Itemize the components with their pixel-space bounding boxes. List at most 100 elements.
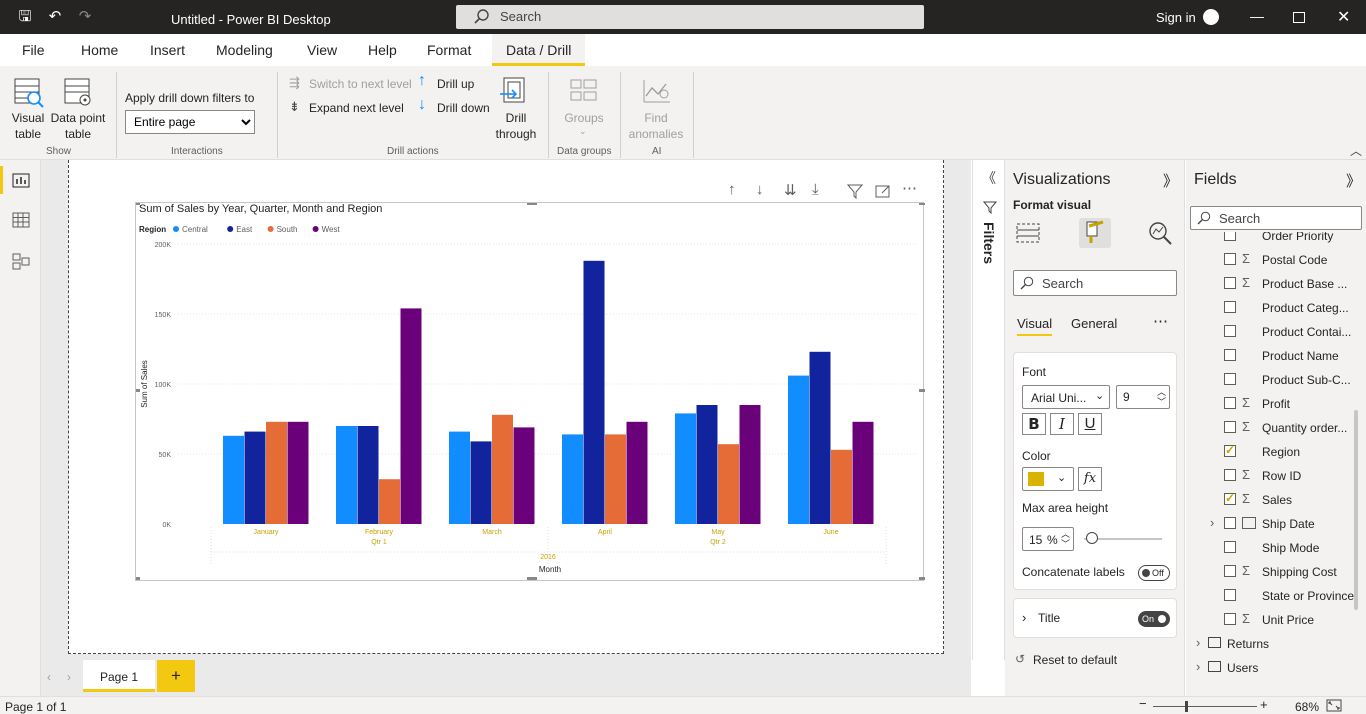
restore-icon[interactable] [1293, 12, 1305, 23]
drill-through-button[interactable]: Drill through [490, 110, 542, 142]
zoom-out-button[interactable]: − [1139, 696, 1147, 711]
menu-data-drill[interactable]: Data / Drill [492, 34, 586, 66]
field-checkbox[interactable] [1224, 421, 1236, 433]
field-checkbox[interactable] [1224, 301, 1236, 313]
field-item[interactable]: Order Priority [1186, 232, 1356, 248]
find-anomalies-button[interactable]: Find anomalies [624, 110, 688, 142]
field-checkbox[interactable] [1224, 469, 1236, 481]
field-item[interactable]: Product Categ... [1186, 296, 1356, 320]
close-icon[interactable]: ✕ [1337, 7, 1350, 27]
drill-up-button[interactable]: Drill up [437, 76, 474, 92]
field-item[interactable]: Σ Sales [1186, 488, 1356, 512]
model-view-icon[interactable] [12, 252, 30, 270]
menu-file[interactable]: File [22, 42, 45, 58]
field-checkbox[interactable] [1224, 613, 1236, 625]
tab-general[interactable]: General [1071, 316, 1117, 331]
slider-thumb[interactable] [1085, 532, 1098, 544]
field-checkbox[interactable] [1224, 565, 1236, 577]
field-checkbox[interactable] [1224, 397, 1236, 409]
menu-modeling[interactable]: Modeling [216, 42, 273, 58]
data-point-table-button[interactable]: Data point table [50, 110, 106, 142]
reset-to-default-link[interactable]: Reset to default [1033, 653, 1117, 667]
chevron-left-icon[interactable]: ‹ [47, 670, 51, 684]
field-checkbox[interactable] [1224, 517, 1236, 529]
next-level-icon[interactable]: ⇊ [784, 181, 797, 199]
zoom-slider[interactable] [1153, 706, 1257, 707]
collapse-fields-icon[interactable]: 》 [1346, 170, 1361, 191]
field-item[interactable]: Σ Quantity order... [1186, 416, 1356, 440]
max-area-stepper[interactable]: 15 % ︿ ﹀ [1022, 527, 1074, 551]
save-icon[interactable]: 🖫 [16, 9, 34, 25]
field-checkbox[interactable] [1224, 253, 1236, 265]
data-view-icon[interactable] [12, 212, 30, 228]
fit-to-page-icon[interactable] [1326, 699, 1342, 712]
apply-filters-select[interactable]: Entire page [125, 110, 255, 134]
underline-button[interactable]: U [1078, 413, 1102, 435]
zoom-slider-thumb[interactable] [1185, 701, 1188, 712]
title-toggle[interactable]: On [1138, 611, 1170, 627]
field-checkbox[interactable] [1224, 541, 1236, 553]
field-checkbox[interactable] [1224, 589, 1236, 601]
field-item[interactable]: Σ Unit Price [1186, 608, 1356, 632]
global-search-box[interactable]: Search [456, 5, 924, 29]
drill-up-icon[interactable]: ↑ [728, 181, 736, 198]
tab-visual[interactable]: Visual [1017, 316, 1053, 336]
build-visual-icon[interactable] [1015, 220, 1041, 246]
field-item[interactable]: Product Sub-C... [1186, 368, 1356, 392]
visual-table-button[interactable]: Visual table [8, 110, 48, 142]
drill-down-icon[interactable]: ↓ [756, 181, 764, 198]
more-options-icon[interactable]: ⋯ [902, 179, 917, 197]
field-item[interactable]: › Ship Date [1186, 512, 1356, 536]
field-checkbox[interactable] [1224, 491, 1236, 505]
concatenate-toggle[interactable]: Off [1138, 565, 1170, 581]
table-item[interactable]: › Returns [1186, 632, 1356, 656]
filter-icon[interactable] [847, 183, 863, 199]
menu-help[interactable]: Help [368, 42, 397, 58]
fields-search-input[interactable]: Search [1190, 206, 1362, 230]
menu-insert[interactable]: Insert [150, 42, 185, 58]
field-item[interactable]: Region [1186, 440, 1356, 464]
drill-down-button[interactable]: Drill down [437, 100, 490, 116]
expand-level-icon[interactable]: ⤓ [812, 181, 819, 198]
switch-next-level-button[interactable]: Switch to next level [309, 76, 412, 92]
format-visual-tab[interactable] [1079, 218, 1111, 248]
menu-view[interactable]: View [307, 42, 337, 58]
field-item[interactable]: Σ Product Base ... [1186, 272, 1356, 296]
menu-home[interactable]: Home [81, 42, 118, 58]
field-item[interactable]: Product Contai... [1186, 320, 1356, 344]
tab-page-1[interactable]: Page 1 [83, 660, 155, 692]
report-view-icon[interactable] [12, 172, 30, 188]
collapse-viz-icon[interactable]: 》 [1163, 170, 1178, 191]
avatar[interactable] [1203, 9, 1219, 25]
chevron-right-icon[interactable]: › [67, 670, 71, 684]
field-checkbox[interactable] [1224, 325, 1236, 337]
chevron-down-icon[interactable]: ﹀ [1061, 537, 1070, 550]
field-checkbox[interactable] [1224, 349, 1236, 361]
field-item[interactable]: Product Name [1186, 344, 1356, 368]
fields-scrollbar[interactable] [1354, 410, 1358, 610]
chevron-down-icon[interactable]: ﹀ [1157, 395, 1166, 408]
font-size-stepper[interactable]: 9 ︿ ﹀ [1116, 385, 1170, 409]
table-item[interactable]: › Users [1186, 656, 1356, 680]
expand-icon[interactable]: › [1210, 515, 1214, 530]
bold-button[interactable]: B [1022, 413, 1046, 435]
viz-search-input[interactable]: Search [1013, 270, 1177, 296]
font-family-select[interactable]: Arial Uni... ⌄ [1022, 385, 1110, 409]
field-item[interactable]: Σ Row ID [1186, 464, 1356, 488]
undo-icon[interactable]: ↶ [46, 9, 64, 25]
chart-visual[interactable]: Sum of Sales by Year, Quarter, Month and… [135, 202, 925, 581]
title-card[interactable]: › Title On [1013, 598, 1177, 638]
field-checkbox[interactable] [1224, 277, 1236, 289]
field-item[interactable]: Σ Postal Code [1186, 248, 1356, 272]
field-item[interactable]: Σ Shipping Cost [1186, 560, 1356, 584]
collapse-ribbon-icon[interactable]: ︿ [1350, 142, 1362, 159]
focus-mode-icon[interactable] [875, 183, 891, 199]
field-checkbox[interactable] [1224, 232, 1236, 241]
field-checkbox[interactable] [1224, 443, 1236, 457]
field-checkbox[interactable] [1224, 373, 1236, 385]
filters-pane[interactable]: 《 Filters [972, 160, 1005, 660]
add-page-button[interactable]: + [157, 660, 195, 692]
max-area-slider[interactable] [1084, 532, 1162, 544]
expand-next-level-button[interactable]: Expand next level [309, 100, 404, 116]
minimize-icon[interactable]: — [1250, 8, 1264, 24]
